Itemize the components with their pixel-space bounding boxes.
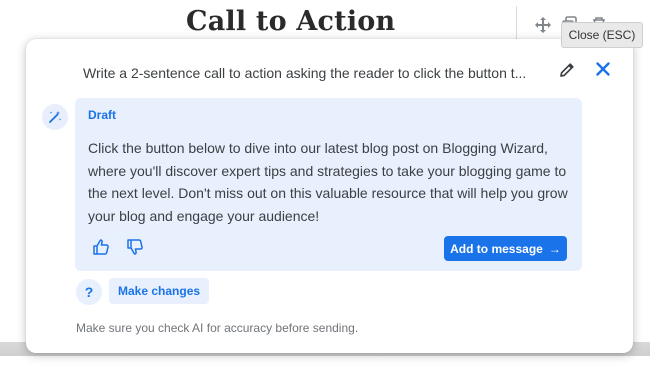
pencil-icon[interactable]: [558, 61, 576, 84]
move-icon[interactable]: [534, 16, 552, 39]
accuracy-disclaimer: Make sure you check AI for accuracy befo…: [76, 321, 359, 335]
help-button[interactable]: ?: [76, 279, 102, 305]
add-to-message-button[interactable]: Add to message →: [444, 236, 567, 261]
thumbs-down-icon[interactable]: [126, 238, 144, 261]
draft-label: Draft: [88, 108, 117, 122]
add-to-message-label: Add to message: [450, 241, 543, 256]
ai-assistant-dialog: Write a 2-sentence call to action asking…: [26, 39, 633, 353]
draft-text: Click the button below to dive into our …: [88, 140, 568, 224]
close-icon[interactable]: [595, 61, 611, 82]
draft-card: Draft Click the button below to dive int…: [75, 98, 582, 271]
arrow-right-icon: →: [548, 241, 561, 256]
prompt-text: Write a 2-sentence call to action asking…: [83, 65, 527, 81]
make-changes-button[interactable]: Make changes: [109, 278, 210, 304]
close-tooltip: Close (ESC): [561, 22, 643, 48]
thumbs-up-icon[interactable]: [92, 238, 110, 261]
page-title: Call to Action: [186, 6, 396, 37]
ai-magic-wand-icon: [42, 104, 68, 130]
